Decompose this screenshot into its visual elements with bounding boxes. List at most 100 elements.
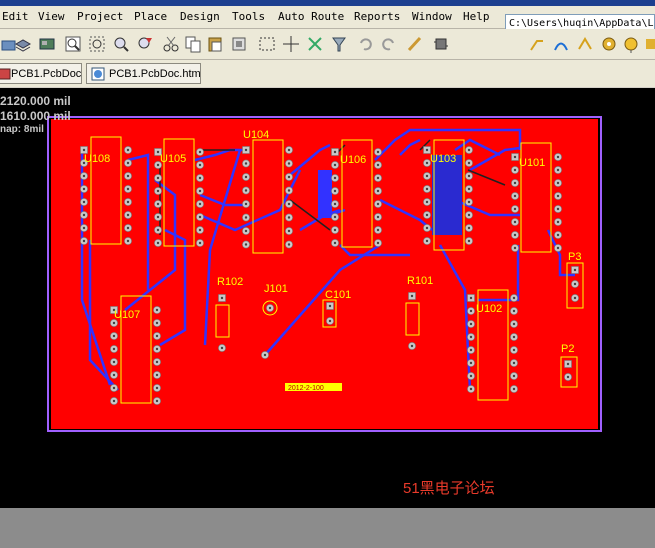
- menu-place[interactable]: Place: [134, 10, 167, 23]
- pad-hole: [287, 162, 291, 165]
- copy-icon[interactable]: [184, 35, 202, 53]
- pad-hole: [556, 194, 560, 198]
- polygon-region: [432, 155, 462, 235]
- tab-pcb1-pcbdoc[interactable]: PCB1.PcbDoc: [0, 63, 82, 84]
- pad-hole: [425, 213, 429, 217]
- pcb-editor-canvas[interactable]: U108 U105 U104 U106 U103 U101 U107 U102 …: [0, 88, 655, 508]
- place-fill-icon[interactable]: [576, 35, 594, 53]
- menu-window[interactable]: Window: [412, 10, 452, 23]
- pad-hole: [376, 176, 380, 180]
- place-via-icon[interactable]: [622, 35, 640, 53]
- pad-hole: [573, 282, 577, 286]
- pad-hole: [467, 174, 471, 178]
- menu-auto-route[interactable]: Auto Route: [278, 10, 344, 23]
- cut-icon[interactable]: [162, 35, 180, 53]
- pad-hole: [244, 243, 248, 246]
- pad-hole: [512, 387, 516, 391]
- redo-icon[interactable]: [380, 35, 398, 53]
- clear-filter-icon[interactable]: [330, 35, 348, 53]
- pad-hole: [469, 335, 473, 339]
- place-arc-icon[interactable]: [552, 35, 570, 53]
- paste-icon[interactable]: [206, 35, 224, 53]
- pad-hole: [513, 246, 517, 250]
- menu-reports[interactable]: Reports: [354, 10, 400, 23]
- tab-pcb1-pcbdoc-htm[interactable]: PCB1.PcbDoc.htm: [86, 63, 201, 84]
- pad-hole: [425, 226, 429, 230]
- html-report-icon: [91, 67, 105, 81]
- designator-j101: J101: [264, 283, 288, 295]
- pad-hole: [155, 347, 159, 351]
- zoom-area-icon[interactable]: [88, 35, 106, 53]
- pad-hole: [82, 213, 86, 217]
- undo-icon[interactable]: [356, 35, 374, 53]
- pad-hole: [333, 241, 337, 245]
- pad-hole: [467, 239, 471, 243]
- pad-hole: [467, 200, 471, 204]
- menu-tools[interactable]: Tools: [232, 10, 265, 23]
- pad-hole: [512, 335, 516, 339]
- menu-design[interactable]: Design: [180, 10, 220, 23]
- menu-project[interactable]: Project: [77, 10, 123, 23]
- pad-hole: [126, 200, 130, 204]
- pad-hole: [156, 202, 160, 206]
- pad-hole: [198, 163, 202, 167]
- pad-hole: [287, 189, 291, 192]
- pad-hole: [469, 374, 473, 378]
- pad-hole: [556, 246, 560, 250]
- pad-hole: [126, 226, 130, 230]
- pad-hole: [220, 296, 224, 300]
- canvas-bottom-area: [0, 508, 655, 548]
- pad-hole: [333, 189, 337, 193]
- move-icon[interactable]: [282, 35, 300, 53]
- place-pad-icon[interactable]: [600, 35, 618, 53]
- pad-hole: [333, 202, 337, 206]
- menu-help[interactable]: Help: [463, 10, 490, 23]
- pad-hole: [469, 296, 473, 300]
- zoom-selected-icon[interactable]: [112, 35, 130, 53]
- interactive-route-icon[interactable]: [406, 35, 424, 53]
- select-area-icon[interactable]: [258, 35, 276, 53]
- pad-hole: [467, 213, 471, 217]
- zoom-filter-icon[interactable]: [136, 35, 154, 53]
- designator-p2: P2: [561, 343, 574, 355]
- menu-edit[interactable]: Edit: [2, 10, 29, 23]
- pad-hole: [156, 176, 160, 180]
- pad-hole: [512, 309, 516, 313]
- pad-hole: [126, 161, 130, 165]
- designator-u101: U101: [519, 157, 545, 169]
- pad-hole: [469, 348, 473, 352]
- pad-hole: [333, 150, 337, 154]
- pad-hole: [156, 150, 160, 154]
- pad-hole: [112, 321, 116, 325]
- pcb-board-drawing[interactable]: U108 U105 U104 U106 U103 U101 U107 U102 …: [0, 88, 655, 508]
- pad-hole: [198, 189, 202, 193]
- designator-r101: R101: [407, 275, 433, 287]
- pad-hole: [333, 215, 337, 219]
- pad-hole: [82, 174, 86, 178]
- board-3d-icon[interactable]: [38, 35, 56, 53]
- place-track-icon[interactable]: [528, 35, 546, 53]
- designator-u105: U105: [160, 153, 186, 165]
- pad-hole: [425, 200, 429, 204]
- zoom-fit-icon[interactable]: [64, 35, 82, 53]
- pad-hole: [467, 148, 471, 152]
- pad-hole: [82, 187, 86, 191]
- pad-hole: [126, 213, 130, 217]
- menu-view[interactable]: View: [38, 10, 65, 23]
- place-string-icon[interactable]: [644, 35, 655, 53]
- component-icon[interactable]: [432, 35, 450, 53]
- pad-hole: [513, 194, 517, 198]
- pad-hole: [469, 309, 473, 313]
- pad-hole: [469, 361, 473, 365]
- pad-hole: [556, 207, 560, 211]
- deselect-icon[interactable]: [306, 35, 324, 53]
- pad-hole: [513, 233, 517, 237]
- pad-hole: [566, 375, 570, 379]
- pad-hole: [469, 387, 473, 391]
- pad-hole: [268, 306, 272, 310]
- rubber-stamp-icon[interactable]: [230, 35, 248, 53]
- layers-icon[interactable]: [14, 35, 32, 53]
- pad-hole: [287, 216, 291, 219]
- pad-hole: [244, 162, 248, 165]
- pad-hole: [112, 373, 116, 377]
